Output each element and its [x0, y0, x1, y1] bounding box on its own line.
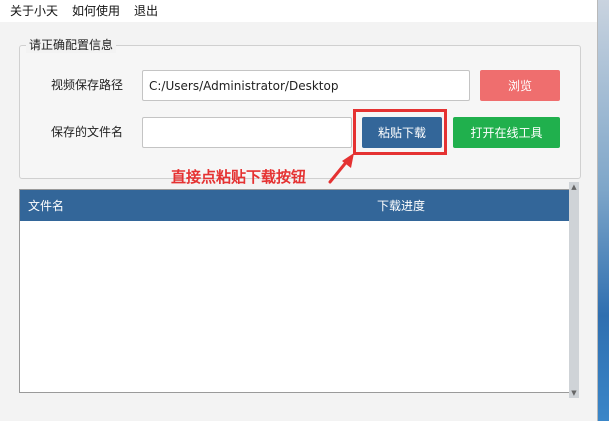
save-path-label: 视频保存路径	[51, 78, 124, 92]
save-path-input[interactable]	[142, 70, 470, 101]
app-window: 关于小天 如何使用 退出 请正确配置信息 视频保存路径 浏览 保存的文件名 粘贴…	[0, 0, 598, 421]
menu-bar: 关于小天 如何使用 退出	[0, 0, 597, 22]
open-online-tool-button[interactable]: 打开在线工具	[453, 117, 560, 148]
paste-download-button[interactable]: 粘贴下载	[362, 117, 442, 148]
annotation-text: 直接点粘贴下载按钮	[171, 168, 307, 186]
scroll-up-icon[interactable]: ▲	[569, 182, 579, 192]
config-group-title: 请正确配置信息	[26, 37, 117, 53]
menu-item-how-to-use[interactable]: 如何使用	[65, 0, 127, 22]
filename-input[interactable]	[142, 117, 352, 148]
column-header-filename[interactable]: 文件名	[28, 198, 64, 214]
menu-item-exit[interactable]: 退出	[127, 0, 165, 22]
list-header: 文件名 下载进度	[20, 190, 570, 221]
arrow-icon	[328, 153, 354, 184]
menu-item-about[interactable]: 关于小天	[0, 0, 65, 22]
scroll-down-icon[interactable]: ▼	[569, 388, 579, 398]
filename-label: 保存的文件名	[51, 125, 124, 139]
column-header-progress[interactable]: 下载进度	[377, 198, 425, 214]
browse-button[interactable]: 浏览	[480, 70, 560, 101]
config-groupbox	[19, 45, 581, 179]
vertical-scrollbar[interactable]: ▲ ▼	[569, 182, 579, 398]
download-list[interactable]: 文件名 下载进度	[19, 189, 571, 393]
